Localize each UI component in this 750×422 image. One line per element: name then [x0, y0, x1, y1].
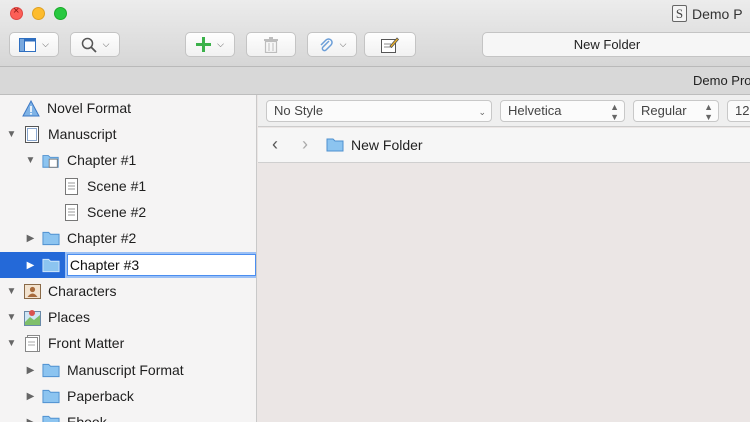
binder-item-label: Paperback — [67, 388, 134, 404]
folder-with-documents-icon — [42, 151, 60, 169]
binder-item-characters[interactable]: ▼ Characters — [0, 278, 256, 304]
binder-sidebar: Novel Format ▼ Manuscript ▼ Chapter #1 S… — [0, 95, 257, 422]
chevron-down-icon: ⌵ — [217, 39, 224, 49]
font-size-field[interactable]: 12 — [727, 100, 750, 122]
binder-item-manuscript[interactable]: ▼ Manuscript — [0, 121, 256, 147]
title-bar: S Demo P ⌵ ⌵ ⌵ — [0, 0, 750, 67]
characters-icon — [23, 282, 41, 300]
window-title: S Demo P — [672, 5, 743, 22]
editor-header-bar: ‹ › New Folder — [258, 128, 750, 163]
editor-title-text: New Folder — [351, 137, 423, 153]
binder-item-label: Manuscript — [48, 126, 117, 142]
binder-item-label: Ebook — [67, 414, 107, 422]
binder-item-label: Front Matter — [48, 335, 125, 351]
zoom-window-button[interactable] — [54, 7, 67, 20]
editor-area[interactable] — [258, 163, 750, 422]
binder-item-label: Scene #1 — [87, 178, 147, 194]
font-family-value: Helvetica — [508, 103, 562, 118]
manuscript-icon — [23, 125, 41, 143]
folder-icon — [42, 387, 60, 405]
disclosure-triangle-right-icon[interactable]: ▶ — [25, 233, 36, 244]
binder-item-label: Novel Format — [47, 100, 132, 116]
binder-item-label: Chapter #2 — [67, 230, 137, 246]
disclosure-triangle-down-icon[interactable]: ▼ — [6, 286, 17, 297]
disclosure-triangle-down-icon[interactable]: ▼ — [6, 129, 17, 140]
document-icon — [62, 177, 80, 195]
disclosure-triangle-down-icon[interactable]: ▼ — [6, 312, 17, 323]
chevron-down-icon: ⌄ — [478, 107, 486, 117]
disclosure-triangle-right-icon[interactable]: ▶ — [25, 417, 36, 422]
editor-title[interactable]: New Folder — [326, 137, 423, 153]
binder-item-chapter-2[interactable]: ▶ Chapter #2 — [0, 225, 256, 251]
rename-field[interactable]: Chapter #3 — [66, 254, 256, 276]
disclosure-triangle-down-icon[interactable]: ▼ — [25, 155, 36, 166]
chevron-down-icon: ⌵ — [42, 39, 49, 49]
front-matter-icon — [23, 334, 41, 352]
binder-item-chapter-3[interactable]: ▶ Chapter #3 — [0, 252, 256, 278]
folder-icon — [42, 229, 60, 247]
project-header: Demo Pro — [0, 67, 750, 95]
search-icon — [81, 37, 97, 53]
binder-item-paperback[interactable]: ▶ Paperback — [0, 383, 256, 409]
binder-item-label: Characters — [48, 283, 117, 299]
layout-icon — [19, 37, 37, 52]
binder-item-ebook[interactable]: ▶ Ebook — [0, 409, 256, 422]
paperclip-icon — [320, 37, 333, 51]
up-down-chevron-icon: ▲ ▼ — [610, 102, 619, 122]
font-weight-select[interactable]: Regular ▲ ▼ — [633, 100, 719, 122]
up-down-chevron-icon: ▲ ▼ — [704, 102, 713, 122]
binder-item-label: Chapter #1 — [67, 152, 137, 168]
folder-icon — [326, 138, 344, 152]
disclosure-triangle-right-icon[interactable]: ▶ — [25, 365, 36, 376]
places-icon — [23, 308, 41, 326]
style-select[interactable]: No Style ⌄ — [266, 100, 492, 122]
plus-icon — [196, 37, 212, 52]
forward-arrow-icon[interactable]: › — [302, 134, 308, 155]
move-to-trash-button[interactable] — [246, 32, 296, 57]
warning-icon — [22, 99, 40, 117]
binder-item-front-matter[interactable]: ▼ Front Matter — [0, 330, 256, 356]
font-weight-value: Regular — [641, 103, 687, 118]
window-title-text: Demo P — [692, 5, 743, 22]
view-mode-button[interactable]: ⌵ — [9, 32, 59, 57]
compose-icon — [381, 36, 399, 53]
binder-item-scene-2[interactable]: Scene #2 — [0, 199, 256, 225]
document-icon — [62, 203, 80, 221]
binder-item-places[interactable]: ▼ Places — [0, 304, 256, 330]
disclosure-triangle-down-icon[interactable]: ▼ — [6, 338, 17, 349]
project-title: Demo Pro — [693, 73, 750, 88]
font-family-select[interactable]: Helvetica ▲ ▼ — [500, 100, 625, 122]
disclosure-triangle-right-icon[interactable]: ▶ — [25, 260, 36, 271]
binder-item-novel-format[interactable]: Novel Format — [0, 95, 256, 121]
close-window-button[interactable] — [10, 5, 23, 20]
disclosure-triangle-right-icon[interactable]: ▶ — [25, 391, 36, 402]
back-arrow-icon[interactable]: ‹ — [272, 134, 278, 155]
binder-item-label: Scene #2 — [87, 204, 147, 220]
add-item-button[interactable]: ⌵ — [185, 32, 235, 57]
binder-item-label: Places — [48, 309, 91, 325]
document-title-field[interactable]: New Folder — [482, 32, 750, 57]
folder-icon — [42, 413, 60, 422]
font-size-value: 12 — [735, 103, 750, 118]
search-button[interactable]: ⌵ — [70, 32, 120, 57]
style-select-value: No Style — [274, 103, 324, 118]
bookmarks-button[interactable]: ⌵ — [307, 32, 357, 57]
binder-item-chapter-1[interactable]: ▼ Chapter #1 — [0, 147, 256, 173]
format-bar: No Style ⌄ Helvetica ▲ ▼ Regular ▲ ▼ 12 — [258, 95, 750, 127]
binder-item-scene-1[interactable]: Scene #1 — [0, 173, 256, 199]
compose-button[interactable] — [364, 32, 416, 57]
chevron-down-icon: ⌵ — [102, 39, 110, 49]
chevron-down-icon: ⌵ — [339, 39, 347, 49]
minimize-window-button[interactable] — [32, 7, 45, 20]
folder-icon — [42, 256, 60, 274]
folder-icon — [42, 361, 60, 379]
binder-item-manuscript-format[interactable]: ▶ Manuscript Format — [0, 357, 256, 383]
scrivener-app-icon: S — [672, 5, 687, 22]
trash-icon — [264, 36, 278, 53]
binder-item-label: Manuscript Format — [67, 362, 184, 378]
